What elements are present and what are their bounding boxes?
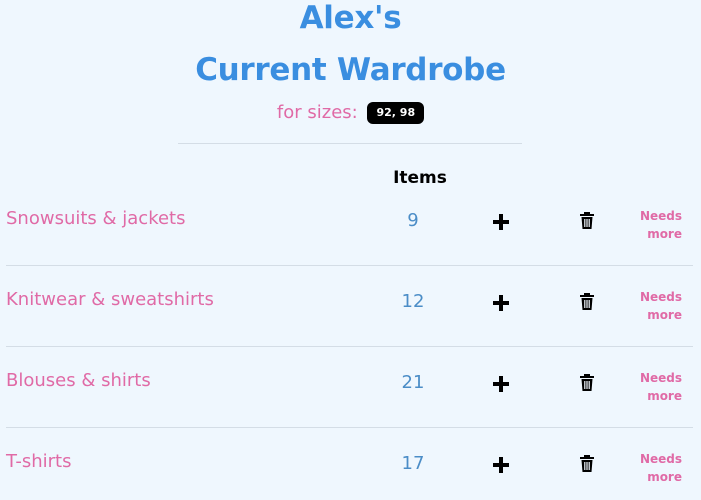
needs-more-link[interactable]: Needs more [622,450,682,486]
category-row: Snowsuits & jackets 9 Needs more [0,207,701,288]
sizes-row: for sizes: 92, 98 [0,100,701,126]
plus-icon [493,457,509,473]
add-item-button[interactable] [490,454,512,476]
page-title-owner: Alex's [299,0,402,36]
row-divider [6,265,693,266]
sizes-badge: 92, 98 [367,102,425,124]
needs-more-link[interactable]: Needs more [622,207,682,243]
page-title: Current Wardrobe [195,52,506,88]
plus-icon [493,214,509,230]
needs-more-line2: more [647,308,682,322]
add-item-button[interactable] [490,292,512,314]
item-count: 21 [401,372,425,393]
category-name: Knitwear & sweatshirts [6,289,214,310]
category-name: T-shirts [6,451,72,472]
category-name: Blouses & shirts [6,370,151,391]
category-row: Knitwear & sweatshirts 12 Needs more [0,288,701,369]
trash-icon [580,455,594,472]
add-item-button[interactable] [490,373,512,395]
item-count: 17 [401,453,425,474]
category-row: T-shirts 17 Needs more [0,450,701,500]
row-divider [6,346,693,347]
needs-more-line2: more [647,389,682,403]
items-column-header: Items [393,168,447,188]
plus-icon [493,376,509,392]
delete-category-button[interactable] [578,373,596,393]
needs-more-link[interactable]: Needs more [622,369,682,405]
delete-category-button[interactable] [578,454,596,474]
trash-icon [580,212,594,229]
row-divider [6,427,693,428]
trash-icon [580,374,594,391]
add-item-button[interactable] [490,211,512,233]
category-row: Blouses & shirts 21 Needs more [0,369,701,450]
needs-more-link[interactable]: Needs more [622,288,682,324]
needs-more-line1: Needs [639,452,682,466]
header-divider [178,143,522,144]
item-count: 12 [401,291,425,312]
needs-more-line1: Needs [639,371,682,385]
category-name: Snowsuits & jackets [6,208,186,229]
sizes-label: for sizes: [276,102,358,123]
item-count: 9 [407,210,419,231]
needs-more-line2: more [647,470,682,484]
trash-icon [580,293,594,310]
needs-more-line2: more [647,227,682,241]
delete-category-button[interactable] [578,292,596,312]
needs-more-line1: Needs [639,209,682,223]
plus-icon [493,295,509,311]
delete-category-button[interactable] [578,211,596,231]
needs-more-line1: Needs [639,290,682,304]
